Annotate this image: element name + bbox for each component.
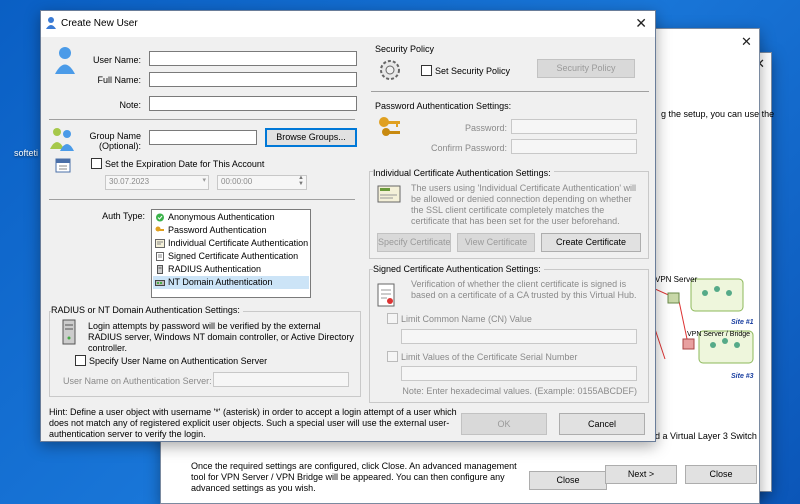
signed-cert-description: Verification of whether the client certi…	[411, 279, 637, 300]
hint-text: Hint: Define a user object with username…	[49, 407, 457, 439]
create-user-dialog: Create New User ✕ User Name: Full Name: …	[40, 10, 656, 442]
document-icon	[377, 283, 395, 307]
user-icon	[46, 17, 56, 29]
auth-item-label: Individual Certificate Authentication	[168, 238, 309, 248]
wizard-info-text: Once the required settings are configure…	[191, 461, 517, 493]
auth-item-radius[interactable]: RADIUS Authentication	[153, 263, 309, 276]
limit-cn-label: Limit Common Name (CN) Value	[401, 314, 532, 324]
limit-cn-checkbox[interactable]	[387, 313, 398, 324]
divider	[371, 91, 649, 92]
serial-note: Note: Enter hexadecimal values. (Example…	[402, 386, 637, 396]
security-policy-button[interactable]: Security Policy	[537, 59, 635, 78]
diagram-label-vpn-server: VPN Server	[655, 275, 698, 284]
server-icon	[157, 265, 163, 274]
key-icon	[379, 117, 400, 136]
calendar-dropdown-icon[interactable]: ▾	[202, 176, 206, 184]
cancel-button[interactable]: Cancel	[559, 413, 645, 435]
full-name-label: Full Name:	[97, 75, 141, 85]
auth-item-label: Signed Certificate Authentication	[168, 251, 299, 261]
desktop-icon-label[interactable]: softeti	[14, 148, 38, 158]
set-security-policy-label: Set Security Policy	[435, 66, 511, 76]
expiration-date-value: 30.07.2023	[109, 177, 150, 186]
view-certificate-button[interactable]: View Certificate	[457, 233, 535, 252]
expiration-date-picker[interactable]: 30.07.2023 ▾	[105, 175, 209, 190]
limit-cn-input[interactable]	[401, 329, 637, 344]
auth-type-label: Auth Type:	[102, 211, 145, 221]
radius-settings-title: RADIUS or NT Domain Authentication Setti…	[51, 305, 243, 315]
specify-user-name-checkbox[interactable]	[75, 355, 86, 366]
signed-cert-title: Signed Certificate Authentication Settin…	[373, 264, 544, 274]
group-name-label: Group Name (Optional):	[71, 131, 141, 151]
layer3-text: d a Virtual Layer 3 Switch	[655, 431, 757, 441]
auth-item-label: Password Authentication	[168, 225, 267, 235]
password-input[interactable]	[511, 119, 637, 134]
server-icon	[62, 319, 76, 345]
auth-item-label: NT Domain Authentication	[168, 277, 273, 287]
user-name-label: User Name:	[92, 55, 141, 65]
password-label: Password:	[464, 123, 507, 133]
gear-icon	[380, 60, 400, 80]
limit-serial-input[interactable]	[401, 366, 637, 381]
limit-serial-label: Limit Values of the Certificate Serial N…	[401, 352, 578, 362]
password-auth-title: Password Authentication Settings:	[375, 101, 512, 111]
full-name-input[interactable]	[149, 72, 357, 87]
title-bar: Create New User ✕	[41, 11, 655, 37]
set-security-policy-checkbox[interactable]	[421, 65, 432, 76]
group-name-input[interactable]	[149, 130, 257, 145]
next-button[interactable]: Next >	[605, 465, 677, 484]
divider	[49, 199, 355, 200]
auth-type-list[interactable]: Anonymous Authentication Password Authen…	[151, 209, 311, 298]
confirm-password-label: Confirm Password:	[430, 143, 507, 153]
expiration-checkbox[interactable]	[91, 158, 102, 169]
auth-item-anonymous[interactable]: Anonymous Authentication	[153, 211, 309, 224]
specify-user-name-label: Specify User Name on Authentication Serv…	[89, 356, 268, 366]
auth-server-user-label: User Name on Authentication Server:	[63, 376, 212, 386]
dialog-title: Create New User	[61, 18, 138, 29]
user-name-input[interactable]	[149, 51, 357, 66]
setup-text: g the setup, you can use the	[661, 109, 775, 119]
close-icon[interactable]: ✕	[741, 35, 752, 48]
close-button-right[interactable]: Close	[685, 465, 757, 484]
auth-item-individual-cert[interactable]: Individual Certificate Authentication	[153, 237, 309, 250]
check-icon	[156, 213, 164, 222]
radius-description: Login attempts by password will be verif…	[88, 321, 354, 353]
key-icon	[155, 226, 164, 232]
auth-item-label: Anonymous Authentication	[168, 212, 275, 222]
security-policy-title: Security Policy	[375, 44, 435, 54]
ok-button[interactable]: OK	[461, 413, 547, 435]
expiration-label: Set the Expiration Date for This Account	[105, 159, 265, 169]
confirm-password-input[interactable]	[511, 139, 637, 154]
certificate-icon	[377, 185, 401, 203]
diagram-label-site1: Site #1	[731, 319, 754, 326]
expiration-time-picker[interactable]: 00:00:00 ▲ ▼	[217, 175, 307, 190]
wizard-close-button[interactable]: Close	[529, 471, 607, 490]
calendar-icon	[55, 158, 71, 173]
auth-item-signed-cert[interactable]: Signed Certificate Authentication	[153, 250, 309, 263]
browse-groups-button[interactable]: Browse Groups...	[265, 128, 357, 147]
individual-cert-title: Individual Certificate Authentication Se…	[373, 168, 554, 178]
individual-cert-description: The users using 'Individual Certificate …	[411, 183, 637, 226]
auth-item-nt-domain[interactable]: NT Domain Authentication	[153, 276, 309, 289]
diagram-label-site3: Site #3	[731, 373, 754, 380]
spin-icon[interactable]: ▲ ▼	[298, 175, 304, 187]
auth-item-label: RADIUS Authentication	[168, 264, 262, 274]
auth-server-user-input[interactable]	[213, 372, 349, 387]
certificate-icon	[155, 239, 165, 248]
close-icon[interactable]: ✕	[635, 15, 647, 32]
divider	[49, 119, 355, 120]
expiration-time-value: 00:00:00	[221, 177, 253, 186]
network-diagram	[655, 278, 754, 364]
document-icon	[156, 252, 164, 261]
create-certificate-button[interactable]: Create Certificate	[541, 233, 641, 252]
group-name-label-line2: (Optional):	[98, 141, 141, 151]
specify-certificate-button[interactable]: Specify Certificate	[377, 233, 451, 252]
domain-icon	[155, 280, 165, 286]
diagram-label-vpn-bridge: VPN Server / Bridge	[687, 331, 751, 338]
auth-item-password[interactable]: Password Authentication	[153, 224, 309, 237]
group-name-label-line1: Group Name	[89, 131, 141, 141]
note-label: Note:	[119, 100, 141, 110]
note-input[interactable]	[149, 96, 357, 111]
limit-serial-checkbox[interactable]	[387, 351, 398, 362]
